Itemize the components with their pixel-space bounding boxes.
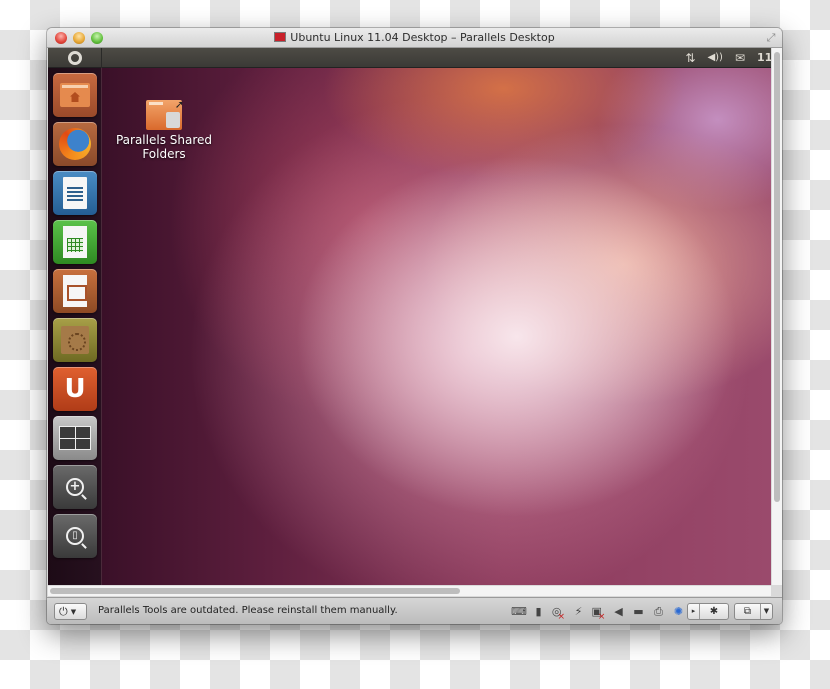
view-mode-segment: ⧉ ▼ xyxy=(734,603,773,620)
calc-icon xyxy=(63,226,87,258)
clock[interactable]: 11: xyxy=(757,48,771,68)
network-adapter-icon[interactable]: ⚡ xyxy=(571,604,586,619)
vertical-scrollbar[interactable] xyxy=(771,48,782,585)
horizontal-scroll-thumb[interactable] xyxy=(50,588,460,594)
firefox-icon xyxy=(59,128,91,160)
chevron-down-icon: ▼ xyxy=(70,608,77,616)
launcher-libreoffice-writer[interactable] xyxy=(53,171,97,215)
view-mode-icon[interactable]: ⧉ xyxy=(735,604,760,619)
hard-disk-icon[interactable]: ▬ xyxy=(631,604,646,619)
gear-icon[interactable]: ✱ xyxy=(700,604,728,619)
home-folder-icon xyxy=(60,83,90,107)
vm-screen[interactable]: ⇅ ◀)) ✉ 11: xyxy=(48,48,771,585)
launcher-workspace-switcher[interactable] xyxy=(53,416,97,460)
status-message: Parallels Tools are outdated. Please rei… xyxy=(98,605,398,616)
ubuntu-one-icon: U xyxy=(64,374,86,404)
desktop-icon-shared-folders[interactable]: ➚ Parallels Shared Folders xyxy=(114,98,214,161)
vertical-scroll-thumb[interactable] xyxy=(774,52,780,502)
view-mode-chevron-icon[interactable]: ▼ xyxy=(760,604,772,619)
sound-icon[interactable]: ◀)) xyxy=(707,48,723,68)
window-title-text: Ubuntu Linux 11.04 Desktop – Parallels D… xyxy=(290,31,555,44)
software-center-icon xyxy=(61,326,89,354)
writer-icon xyxy=(63,177,87,209)
horizontal-scrollbar[interactable] xyxy=(48,585,771,596)
network-icon[interactable]: ⇅ xyxy=(685,48,695,68)
fullscreen-icon[interactable]: ⤢ xyxy=(764,31,778,45)
play-icon[interactable]: ▸ xyxy=(688,604,700,619)
device-icons: ⌨ ▮ ◎ ⚡ ▣ ◀ ▬ ⎙ ✺ xyxy=(511,604,686,619)
parallels-window: Ubuntu Linux 11.04 Desktop – Parallels D… xyxy=(47,28,782,624)
shared-folder-icon: ➚ xyxy=(146,98,184,130)
printer-icon[interactable]: ⎙ xyxy=(651,604,666,619)
vm-monitor-icon xyxy=(274,32,287,42)
window-title: Ubuntu Linux 11.04 Desktop – Parallels D… xyxy=(47,31,782,44)
lock-icon xyxy=(166,112,180,128)
shared-folders-icon[interactable]: ✺ xyxy=(671,604,686,619)
launcher-applications-lens[interactable]: + xyxy=(53,465,97,509)
launcher-software-center[interactable] xyxy=(53,318,97,362)
power-button[interactable]: ⏻ ▼ xyxy=(54,603,87,620)
ubuntu-top-panel: ⇅ ◀)) ✉ 11: xyxy=(48,48,771,68)
vm-control-segment: ▸ ✱ xyxy=(687,603,729,620)
launcher-libreoffice-calc[interactable] xyxy=(53,220,97,264)
indicator-area: ⇅ ◀)) ✉ 11: xyxy=(685,48,771,68)
impress-icon xyxy=(63,275,87,307)
cd-dvd-icon[interactable]: ◎ xyxy=(551,604,566,619)
sound-device-icon[interactable]: ◀ xyxy=(611,604,626,619)
ubuntu-logo-icon xyxy=(67,51,82,65)
floppy-icon[interactable]: ▣ xyxy=(591,604,606,619)
status-bar: ⏻ ▼ Parallels Tools are outdated. Please … xyxy=(47,597,782,624)
apps-lens-icon: + xyxy=(66,478,84,496)
keyboard-icon[interactable]: ⌨ xyxy=(511,604,527,619)
usb-icon[interactable]: ▮ xyxy=(531,604,546,619)
files-lens-icon: ▯ xyxy=(66,527,84,545)
launcher-files-lens[interactable]: ▯ xyxy=(53,514,97,558)
title-bar[interactable]: Ubuntu Linux 11.04 Desktop – Parallels D… xyxy=(47,28,782,48)
launcher-home-folder[interactable] xyxy=(53,73,97,117)
launcher-libreoffice-impress[interactable] xyxy=(53,269,97,313)
link-arrow-icon: ➚ xyxy=(174,98,184,111)
unity-launcher: U + ▯ xyxy=(48,68,102,585)
dash-button[interactable] xyxy=(48,48,102,68)
workspaces-icon xyxy=(59,426,91,450)
mail-icon[interactable]: ✉ xyxy=(735,48,745,68)
launcher-firefox[interactable] xyxy=(53,122,97,166)
power-icon: ⏻ xyxy=(59,605,68,618)
launcher-ubuntu-one[interactable]: U xyxy=(53,367,97,411)
desktop-icon-label: Parallels Shared Folders xyxy=(115,133,213,161)
